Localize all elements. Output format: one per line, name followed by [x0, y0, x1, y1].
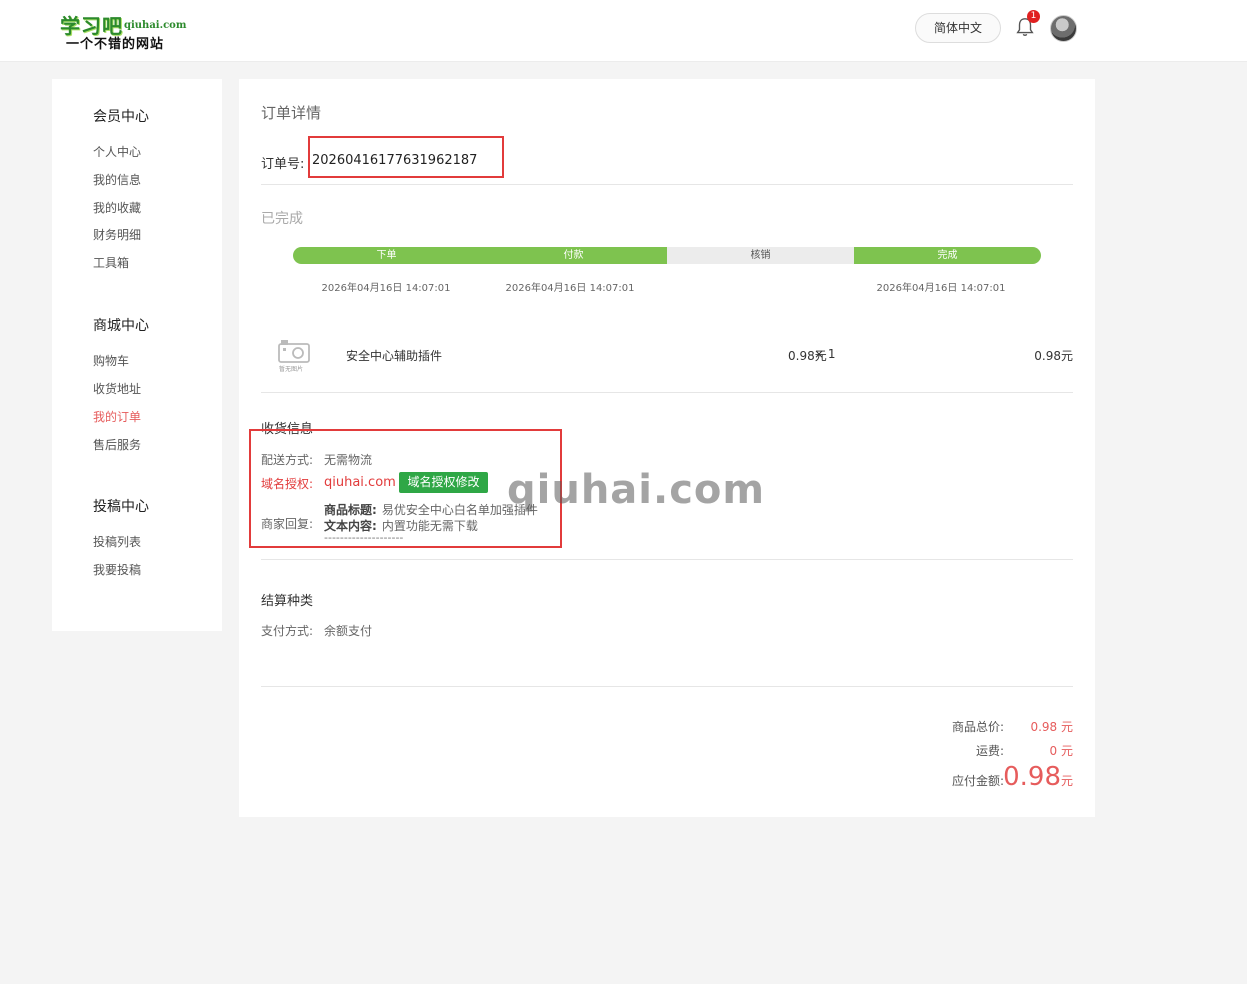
sidebar-item-personal-center[interactable]: 个人中心 — [93, 143, 141, 160]
sidebar-item-submission-list[interactable]: 投稿列表 — [93, 533, 141, 550]
sidebar-item-favorites[interactable]: 我的收藏 — [93, 199, 141, 216]
logo-domain-text: qiuhai.com — [124, 20, 187, 31]
freight-label: 运费: — [975, 744, 1004, 758]
divider — [261, 184, 1073, 185]
language-switch-button[interactable]: 简体中文 — [915, 13, 1001, 43]
page-title: 订单详情 — [261, 104, 322, 122]
settlement-section-title: 结算种类 — [261, 594, 314, 609]
logo-slogan-text: 一个不错的网站 — [66, 37, 165, 52]
order-detail-panel: 订单详情 订单号: 20260416177631962187 已完成 下单 付款… — [239, 79, 1095, 817]
progress-step-verify: 核销 — [667, 247, 854, 264]
product-total: 0.98元 — [1034, 349, 1073, 363]
highlight-box-order-no — [308, 136, 504, 178]
sidebar-item-my-orders[interactable]: 我的订单 — [93, 408, 141, 425]
payable-amount: 0.98 — [1003, 762, 1061, 792]
payment-method-value: 余额支付 — [324, 624, 373, 638]
step-time-complete: 2026年04月16日 14:07:01 — [876, 283, 1006, 294]
payment-method-label: 支付方式: — [261, 624, 314, 638]
divider — [261, 686, 1073, 687]
step-time-pay: 2026年04月16日 14:07:01 — [505, 283, 635, 294]
goods-total-value: 0.98 元 — [1030, 720, 1073, 734]
site-logo[interactable]: 学习吧 qiuhai.com 一个不错的网站 — [60, 10, 186, 52]
sidebar-item-toolbox[interactable]: 工具箱 — [93, 254, 129, 271]
top-header: 学习吧 qiuhai.com 一个不错的网站 简体中文 1 — [0, 0, 1247, 62]
freight-value: 0 元 — [1049, 744, 1073, 758]
notification-badge: 1 — [1027, 10, 1040, 23]
member-sidebar: 会员中心 个人中心 我的信息 我的收藏 财务明细 工具箱 商城中心 购物车 收货… — [52, 79, 222, 631]
order-status: 已完成 — [261, 211, 303, 227]
divider — [261, 392, 1073, 393]
order-progress-bar: 下单 付款 核销 完成 — [293, 247, 1041, 264]
payable-unit: 元 — [1060, 774, 1073, 788]
order-no-label: 订单号: — [261, 157, 305, 172]
product-quantity: × 1 — [814, 347, 836, 361]
sidebar-item-finance[interactable]: 财务明细 — [93, 226, 141, 243]
progress-step-pay: 付款 — [480, 247, 667, 264]
sidebar-item-after-sales[interactable]: 售后服务 — [93, 436, 141, 453]
no-image-caption: 暂无图片 — [279, 366, 304, 373]
payable-amount-group: 0.98元 — [983, 762, 1073, 792]
step-time-order: 2026年04月16日 14:07:01 — [321, 283, 451, 294]
sidebar-item-address[interactable]: 收货地址 — [93, 380, 141, 397]
sidebar-item-my-info[interactable]: 我的信息 — [93, 171, 141, 188]
watermark-text: qiuhai.com — [507, 467, 766, 513]
product-name[interactable]: 安全中心辅助插件 — [346, 347, 442, 364]
sidebar-group-submission: 投稿中心 — [93, 499, 149, 515]
sidebar-group-mall: 商城中心 — [93, 318, 149, 334]
progress-step-complete: 完成 — [854, 247, 1041, 264]
progress-step-order: 下单 — [293, 247, 480, 264]
sidebar-item-cart[interactable]: 购物车 — [93, 352, 129, 369]
user-avatar[interactable] — [1050, 15, 1077, 42]
divider — [261, 559, 1073, 560]
sidebar-item-submit[interactable]: 我要投稿 — [93, 561, 141, 578]
goods-total-label: 商品总价: — [951, 720, 1004, 734]
sidebar-group-member: 会员中心 — [93, 109, 149, 125]
